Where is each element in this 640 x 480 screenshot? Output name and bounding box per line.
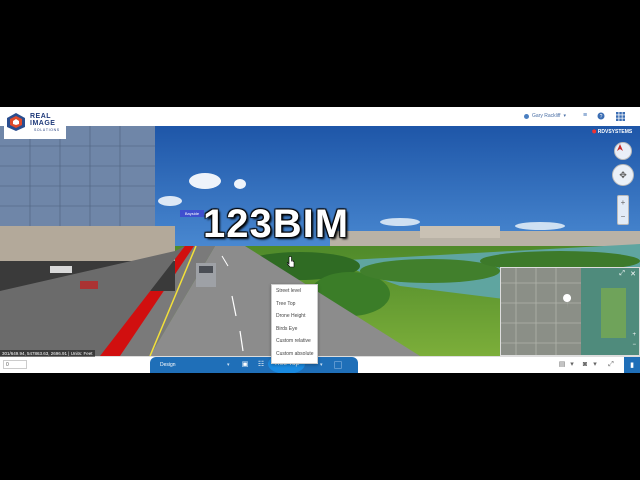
design-toolbar: Design ▾ ▣ ☷ Tree Top ▾ <box>150 354 358 373</box>
map-zoom-in-icon[interactable]: + <box>632 332 636 338</box>
map-view-icon[interactable]: ▤ <box>557 360 567 370</box>
view-height-dropdown: Street level Tree Top Drone Height Birds… <box>271 284 318 364</box>
svg-text:?: ? <box>600 114 603 120</box>
rdv-brand-text: RDVSYSTEMS <box>597 129 633 135</box>
coordinates-readout: 301/649.94, 547863.63, 2696.91 | Units: … <box>0 350 95 357</box>
user-menu[interactable]: Gary Rackliff ▾ <box>524 113 566 119</box>
zoom-in-icon[interactable]: + <box>618 196 628 210</box>
camera-icon[interactable]: ◙ <box>580 360 590 370</box>
view-option[interactable]: Custom absolute <box>272 348 317 361</box>
view-option[interactable]: Tree Top <box>272 298 317 311</box>
chevron-down-icon: ▾ <box>563 113 567 119</box>
chevron-down-icon[interactable]: ▾ <box>592 360 598 370</box>
list-icon[interactable]: ≡ <box>581 112 589 120</box>
settings-icon[interactable] <box>334 361 342 369</box>
expand-map-icon[interactable]: ⤢ <box>619 270 625 278</box>
fullscreen-icon[interactable]: ⤢ <box>606 360 616 370</box>
zoom-control[interactable]: + − <box>617 195 629 225</box>
coordinate-input[interactable]: 0 <box>3 360 27 369</box>
zoom-out-icon[interactable]: − <box>618 210 628 224</box>
logo-line-3: SOLUTIONS <box>34 128 60 132</box>
close-map-icon[interactable]: ✕ <box>630 270 636 278</box>
compass-icon[interactable] <box>614 142 632 160</box>
logo-mark-icon <box>7 113 25 131</box>
minimap-image <box>501 268 639 355</box>
pan-control-icon[interactable]: ✥ <box>612 164 634 186</box>
user-icon <box>524 113 529 119</box>
chevron-down-icon[interactable]: ▾ <box>569 360 575 370</box>
top-header: Gary Rackliff ▾ ≡ ? <box>0 107 640 127</box>
chevron-down-icon[interactable]: ▾ <box>227 362 230 368</box>
user-name: Gary Rackliff <box>532 113 561 119</box>
view-option[interactable]: Birds Eye <box>272 323 317 336</box>
grid-menu-icon[interactable] <box>616 112 625 121</box>
panel-toggle-icon[interactable]: ▮ <box>624 357 640 373</box>
company-logo: REAL IMAGE SOLUTIONS <box>4 109 66 139</box>
map-zoom-out-icon[interactable]: − <box>632 342 636 348</box>
logo-line-1: REAL <box>30 113 52 120</box>
view-option[interactable]: Street level <box>272 285 317 298</box>
rdv-brand: ⬢ RDVSYSTEMS <box>592 129 632 135</box>
view-option[interactable]: Drone Height <box>272 310 317 323</box>
chevron-down-icon[interactable]: ▾ <box>320 362 323 368</box>
watermark-text: 123BIM <box>203 202 350 246</box>
design-selector[interactable]: Design <box>160 362 176 368</box>
logo-line-2: IMAGE <box>30 120 56 127</box>
minimap[interactable]: ⤢ ✕ + − <box>500 267 640 356</box>
help-icon[interactable]: ? <box>597 112 605 120</box>
bottom-bar: 301/649.94, 547863.63, 2696.91 | Units: … <box>0 350 640 373</box>
view-option[interactable]: Custom relative <box>272 335 317 348</box>
road-sign: Bayside <box>180 210 204 217</box>
layers-icon[interactable]: ☷ <box>256 361 266 369</box>
3d-viewport[interactable]: Bayside 123BIM ⬢ RDVSYSTEMS ✥ + − ⤢ ✕ + … <box>0 126 640 356</box>
mouse-cursor-icon <box>287 256 295 268</box>
frame-icon[interactable]: ▣ <box>240 361 250 369</box>
app-window: Gary Rackliff ▾ ≡ ? Bayside 123BIM ⬢ RDV… <box>0 107 640 373</box>
